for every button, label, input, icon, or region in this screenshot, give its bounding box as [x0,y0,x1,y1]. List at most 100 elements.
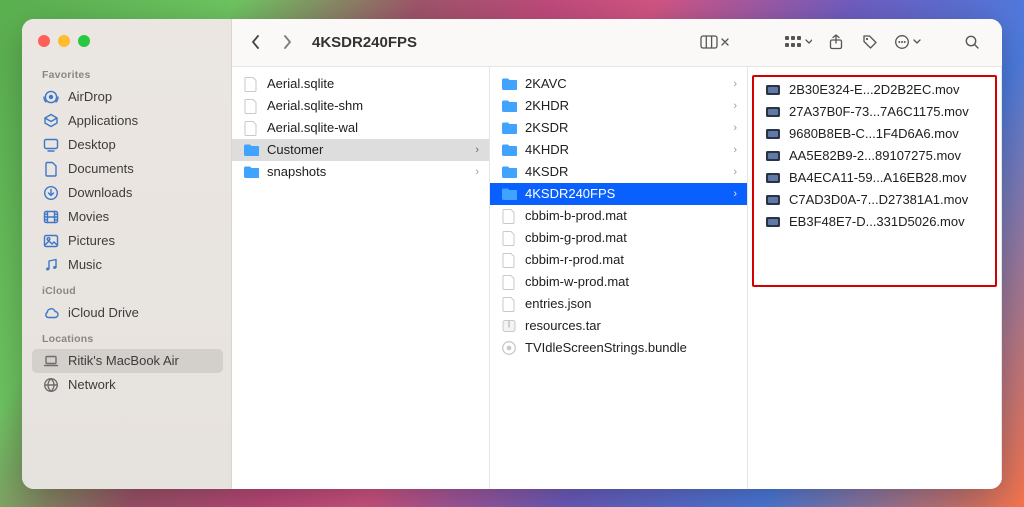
forward-button[interactable] [274,29,300,55]
sidebar-item-ritik-s-macbook-air[interactable]: Ritik's MacBook Air [32,349,223,373]
music-icon [42,257,60,273]
list-item[interactable]: Customer › [232,139,489,161]
list-item[interactable]: Aerial.sqlite-shm [232,95,489,117]
file-icon [500,296,518,312]
list-item[interactable]: cbbim-b-prod.mat [490,205,747,227]
sidebar-item-label: Desktop [68,137,116,152]
list-item[interactable]: Aerial.sqlite-wal [232,117,489,139]
item-name: EB3F48E7-D...331D5026.mov [789,214,985,229]
list-item[interactable]: 2KSDR › [490,117,747,139]
item-name: Aerial.sqlite-wal [267,120,479,135]
list-item[interactable]: C7AD3D0A-7...D27381A1.mov [754,189,995,211]
chevron-right-icon: › [733,188,737,200]
sidebar-item-label: AirDrop [68,89,112,104]
share-button[interactable] [822,29,850,55]
list-item[interactable]: AA5E82B9-2...89107275.mov [754,145,995,167]
archive-icon [500,318,518,334]
item-name: 2B30E324-E...2D2B2EC.mov [789,82,985,97]
folder-icon [500,98,518,114]
list-item[interactable]: BA4ECA11-59...A16EB28.mov [754,167,995,189]
list-item[interactable]: 2KAVC› [490,73,747,95]
item-name: Aerial.sqlite [267,76,479,91]
list-item[interactable]: 2B30E324-E...2D2B2EC.mov [754,79,995,101]
list-item[interactable]: 4KSDR› [490,161,747,183]
video-icon [764,192,782,208]
sidebar-item-airdrop[interactable]: AirDrop [32,85,223,109]
folder-icon [242,164,260,180]
item-name: snapshots [267,164,468,179]
list-item[interactable]: 9680B8EB-C...1F4D6A6.mov [754,123,995,145]
folder-icon [500,186,518,202]
list-item[interactable]: 4KHDR › [490,139,747,161]
item-name: C7AD3D0A-7...D27381A1.mov [789,192,985,207]
sidebar-item-desktop[interactable]: Desktop [32,133,223,157]
close-window-button[interactable] [38,35,50,47]
sidebar-item-applications[interactable]: Applications [32,109,223,133]
column-1: Aerial.sqlite Aerial.sqlite-shm Aerial.sql… [232,67,490,489]
download-icon [42,185,60,201]
sidebar-item-label: iCloud Drive [68,305,139,320]
tags-button[interactable] [856,29,884,55]
search-button[interactable] [958,29,986,55]
list-item[interactable]: cbbim-r-prod.mat [490,249,747,271]
pictures-icon [42,233,60,249]
item-name: 2KSDR [525,120,726,135]
desktop-icon [42,137,60,153]
chevron-right-icon: › [475,166,479,178]
group-button[interactable] [780,29,816,55]
minimize-window-button[interactable] [58,35,70,47]
list-item[interactable]: resources.tar [490,315,747,337]
item-name: TVIdleScreenStrings.bundle [525,340,737,355]
file-icon [242,120,260,136]
item-name: 9680B8EB-C...1F4D6A6.mov [789,126,985,141]
main-pane: 4KSDR240FPS [232,19,1002,489]
sidebar-item-documents[interactable]: Documents [32,157,223,181]
list-item[interactable]: entries.json [490,293,747,315]
list-item[interactable]: cbbim-g-prod.mat [490,227,747,249]
sidebar-item-network[interactable]: Network [32,373,223,397]
item-name: 4KHDR [525,142,726,157]
globe-icon [42,377,60,393]
folder-icon [500,120,518,136]
sidebar-item-pictures[interactable]: Pictures [32,229,223,253]
sidebar-item-label: Pictures [68,233,115,248]
item-name: cbbim-b-prod.mat [525,208,737,223]
sidebar-section-label: iCloud [32,277,223,301]
sidebar-item-movies[interactable]: Movies [32,205,223,229]
sidebar-item-icloud-drive[interactable]: iCloud Drive [32,301,223,325]
list-item[interactable]: cbbim-w-prod.mat [490,271,747,293]
sidebar-section-label: Favorites [32,61,223,85]
sidebar-item-downloads[interactable]: Downloads [32,181,223,205]
item-name: entries.json [525,296,737,311]
item-name: cbbim-g-prod.mat [525,230,737,245]
list-item[interactable]: TVIdleScreenStrings.bundle [490,337,747,359]
item-name: Aerial.sqlite-shm [267,98,479,113]
bundle-icon [500,340,518,356]
movies-icon [42,209,60,225]
sidebar: Favorites AirDrop Applications Desktop Docum… [22,19,232,489]
folder-icon [500,164,518,180]
more-button[interactable] [890,29,926,55]
chevron-right-icon: › [475,144,479,156]
list-item[interactable]: 27A37B0F-73...7A6C1175.mov [754,101,995,123]
list-item[interactable]: Aerial.sqlite [232,73,489,95]
sidebar-item-label: Downloads [68,185,132,200]
cloud-icon [42,305,60,321]
file-icon [500,208,518,224]
item-name: 4KSDR [525,164,726,179]
item-name: Customer [267,142,468,157]
list-item[interactable]: 2KHDR› [490,95,747,117]
zoom-window-button[interactable] [78,35,90,47]
list-item[interactable]: snapshots › [232,161,489,183]
chevron-right-icon: › [733,144,737,156]
laptop-icon [42,353,60,369]
view-mode-button[interactable] [696,29,734,55]
item-name: 2KAVC [525,76,726,91]
chevron-right-icon: › [733,122,737,134]
file-icon [242,76,260,92]
list-item[interactable]: 4KSDR240FPS› [490,183,747,205]
sidebar-item-label: Ritik's MacBook Air [68,353,179,368]
sidebar-item-music[interactable]: Music [32,253,223,277]
back-button[interactable] [242,29,268,55]
list-item[interactable]: EB3F48E7-D...331D5026.mov [754,211,995,233]
